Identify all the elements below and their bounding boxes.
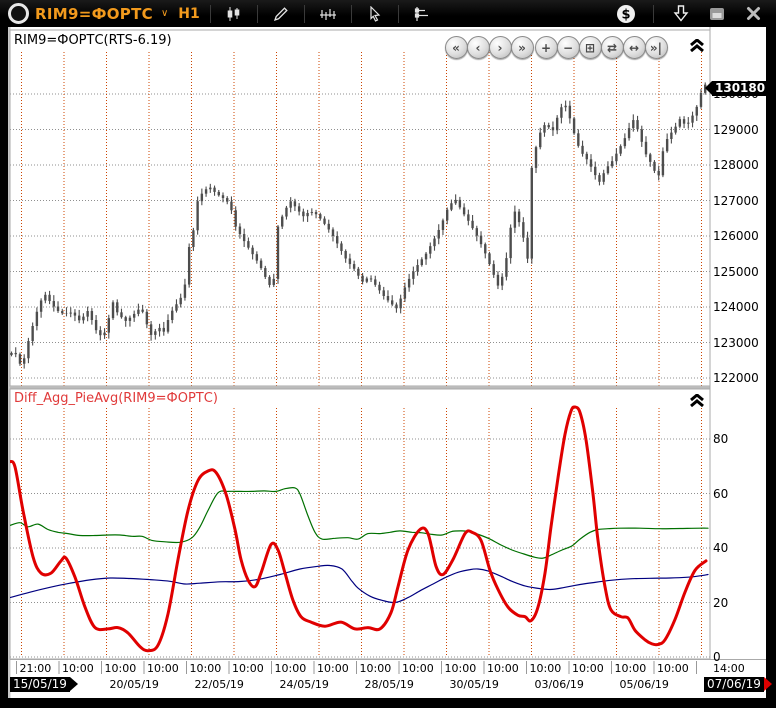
price-axis-label: 124000 <box>713 300 759 314</box>
collapse-main-panel-icon[interactable] <box>690 37 704 50</box>
date-badge: 15/05/19 <box>10 677 70 692</box>
indicator-panel-title: Diff_Agg_PieAvg(RIM9=ФОРТС) <box>14 391 218 406</box>
date-axis-label: 05/06/19 <box>620 678 669 691</box>
date-axis-label: 24/05/19 <box>280 678 329 691</box>
chart-window: RIM9=ФОРТС ∨ H1 <box>0 0 776 708</box>
time-axis-label: 14:00 <box>713 662 745 675</box>
time-axis-label: 21:00 <box>20 662 52 675</box>
nav-auto-scale-button[interactable]: ↔ <box>623 36 646 59</box>
chart-canvas[interactable] <box>0 0 776 708</box>
price-axis-label: 122000 <box>713 371 759 385</box>
indicator-axis-label: 40 <box>713 541 728 555</box>
price-axis-label: 126000 <box>713 229 759 243</box>
time-axis-label: 10:00 <box>530 662 562 675</box>
date-badge: 07/06/19 <box>704 677 764 692</box>
price-axis-label: 128000 <box>713 158 759 172</box>
nav-zoom-in-button[interactable]: + <box>535 36 558 59</box>
badge-arrow-left <box>705 81 712 95</box>
time-axis-label: 10:00 <box>615 662 647 675</box>
nav-scroll-fast-forward-button[interactable]: » <box>511 36 534 59</box>
collapse-indicator-panel-icon[interactable] <box>690 392 704 405</box>
last-price-badge: 130180 <box>712 81 768 96</box>
date-axis-label: 20/05/19 <box>110 678 159 691</box>
indicator-axis-label: 20 <box>713 596 728 610</box>
time-axis-label: 10:00 <box>317 662 349 675</box>
time-axis-label: 10:00 <box>105 662 137 675</box>
time-axis-label: 10:00 <box>62 662 94 675</box>
nav-scroll-forward-button[interactable]: › <box>489 36 512 59</box>
nav-zoom-out-button[interactable]: − <box>557 36 580 59</box>
time-axis-label: 10:00 <box>445 662 477 675</box>
nav-scroll-fast-back-button[interactable]: « <box>445 36 468 59</box>
time-axis-label: 10:00 <box>572 662 604 675</box>
main-panel-title: RIM9=ФОРТС(RTS-6.19) <box>14 33 172 48</box>
date-axis-label: 28/05/19 <box>365 678 414 691</box>
time-axis-label: 10:00 <box>657 662 689 675</box>
time-axis-label: 10:00 <box>487 662 519 675</box>
nav-go-to-end-button[interactable]: »| <box>645 36 668 59</box>
indicator-axis-label: 60 <box>713 487 728 501</box>
time-axis-label: 10:00 <box>402 662 434 675</box>
nav-compress-scale-button[interactable]: ⇄ <box>601 36 624 59</box>
price-axis-label: 123000 <box>713 336 759 350</box>
nav-scroll-back-button[interactable]: ‹ <box>467 36 490 59</box>
price-axis-label: 127000 <box>713 194 759 208</box>
price-axis-label: 125000 <box>713 265 759 279</box>
date-axis-label: 22/05/19 <box>195 678 244 691</box>
time-axis-label: 10:00 <box>190 662 222 675</box>
time-axis-label: 10:00 <box>275 662 307 675</box>
indicator-axis-label: 80 <box>713 432 728 446</box>
nav-zoom-box-button[interactable]: ⊞ <box>579 36 602 59</box>
time-axis-label: 10:00 <box>232 662 264 675</box>
time-axis-label: 10:00 <box>147 662 179 675</box>
date-axis-label: 03/06/19 <box>535 678 584 691</box>
price-axis-label: 129000 <box>713 123 759 137</box>
time-axis-label: 10:00 <box>360 662 392 675</box>
date-axis-label: 30/05/19 <box>450 678 499 691</box>
